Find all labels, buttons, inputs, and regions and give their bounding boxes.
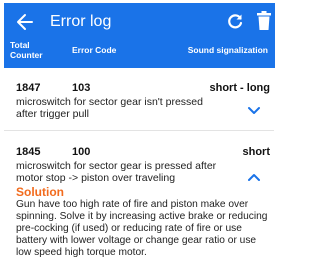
app-screen: Error log Total Counter Error Code Sound… [0, 0, 276, 269]
error-counter: 1847 [16, 82, 41, 94]
error-sound: short [242, 146, 271, 158]
error-sound: short - long [209, 82, 271, 94]
error-description: microswitch for sector gear is pressed a… [16, 160, 217, 184]
error-code: 100 [72, 146, 91, 158]
arrow-left-icon [17, 14, 33, 30]
refresh-icon [228, 14, 243, 29]
column-header-sound-signalization: Sound signalization [187, 45, 268, 55]
delete-button[interactable] [256, 11, 272, 31]
back-button[interactable] [14, 11, 36, 33]
error-description: microswitch for sector gear isn't presse… [16, 96, 203, 120]
solution-text: Gun have too high rate of fire and pisto… [16, 199, 268, 258]
column-header-error-code: Error Code [72, 45, 117, 55]
error-counter: 1845 [16, 146, 41, 158]
error-code: 103 [72, 82, 91, 94]
expand-button[interactable] [247, 103, 261, 114]
column-header-total-counter: Total Counter [10, 40, 43, 60]
solution-title: Solution [16, 185, 64, 199]
app-bar: Error log Total Counter Error Code Sound… [4, 3, 275, 68]
chevron-up-icon [248, 174, 260, 181]
page-title: Error log [50, 13, 112, 30]
chevron-down-icon [248, 107, 260, 114]
trash-icon [257, 11, 271, 30]
collapse-button[interactable] [247, 169, 261, 181]
error-list-item[interactable]: 1845 100 short microswitch for sector ge… [4, 131, 274, 269]
error-list-item[interactable]: 1847 103 short - long microswitch for se… [4, 68, 274, 131]
refresh-button[interactable] [226, 12, 244, 30]
